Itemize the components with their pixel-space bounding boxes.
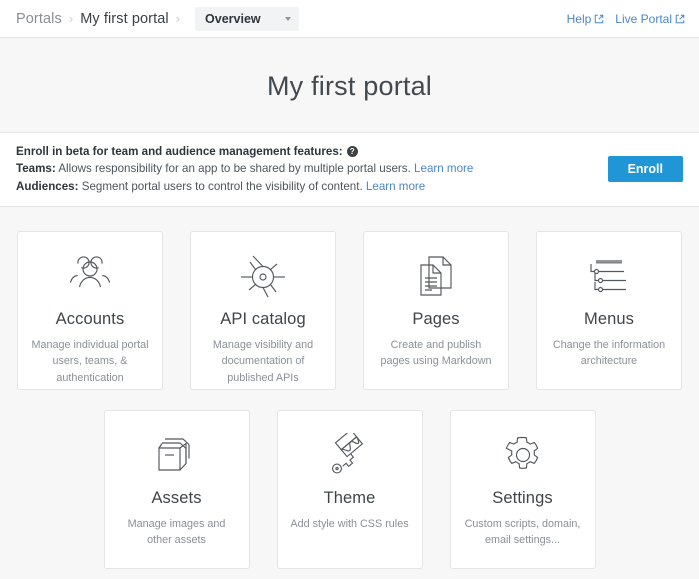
beta-enroll-banner: Enroll in beta for team and audience man… <box>0 132 699 207</box>
learn-more-audiences-link[interactable]: Learn more <box>366 180 425 193</box>
external-link-icon <box>594 14 604 24</box>
live-portal-link-label: Live Portal <box>615 12 672 26</box>
card-api-catalog[interactable]: API catalog Manage visibility and docume… <box>190 231 336 390</box>
documents-icon <box>416 250 456 302</box>
card-theme-desc: Add style with CSS rules <box>278 516 420 532</box>
breadcrumb-my-first-portal[interactable]: My first portal <box>80 11 169 27</box>
page-title-area: My first portal <box>0 38 699 132</box>
card-settings[interactable]: Settings Custom scripts, domain, email s… <box>450 410 596 569</box>
card-menus-desc: Change the information architecture <box>537 337 681 369</box>
banner-heading: Enroll in beta for team and audience man… <box>16 144 590 159</box>
section-selector-label: Overview <box>205 12 261 26</box>
top-bar-links: Help Live Portal <box>567 12 685 26</box>
gear-icon <box>501 429 545 481</box>
help-link-label: Help <box>567 12 592 26</box>
breadcrumb-separator-icon: › <box>69 12 73 25</box>
card-pages-title: Pages <box>412 310 459 329</box>
banner-row-audiences-text: Segment portal users to control the visi… <box>79 180 366 193</box>
banner-text: Enroll in beta for team and audience man… <box>16 144 590 194</box>
question-mark-icon[interactable]: ? <box>347 146 358 157</box>
card-settings-title: Settings <box>492 489 552 508</box>
banner-row-teams-text: Allows responsibility for an app to be s… <box>56 162 414 175</box>
banner-heading-label: Enroll in beta for team and audience man… <box>16 144 343 159</box>
breadcrumb-portals[interactable]: Portals <box>16 11 62 27</box>
aperture-icon <box>240 250 286 302</box>
learn-more-teams-link[interactable]: Learn more <box>414 162 473 175</box>
card-row-2: Assets Manage images and other assets Th… <box>0 410 699 569</box>
card-pages[interactable]: Pages Create and publish pages using Mar… <box>363 231 509 390</box>
banner-row-teams-term: Teams: <box>16 162 56 175</box>
portal-sections-grid: Accounts Manage individual portal users,… <box>0 207 699 569</box>
chevron-down-icon <box>285 17 291 21</box>
card-api-catalog-desc: Manage visibility and documentation of p… <box>191 337 335 386</box>
card-settings-desc: Custom scripts, domain, email settings..… <box>451 516 595 548</box>
card-menus-title: Menus <box>584 310 634 329</box>
breadcrumb: Portals › My first portal › <box>16 11 187 27</box>
card-row-1: Accounts Manage individual portal users,… <box>0 231 699 390</box>
card-pages-desc: Create and publish pages using Markdown <box>364 337 508 369</box>
card-accounts[interactable]: Accounts Manage individual portal users,… <box>17 231 163 390</box>
card-api-catalog-title: API catalog <box>220 310 306 329</box>
page-title: My first portal <box>0 71 699 102</box>
tree-hierarchy-icon <box>586 250 632 302</box>
card-theme[interactable]: Theme Add style with CSS rules <box>277 410 423 569</box>
card-menus[interactable]: Menus Change the information architectur… <box>536 231 682 390</box>
live-portal-link[interactable]: Live Portal <box>615 12 685 26</box>
banner-row-audiences: Audiences: Segment portal users to contr… <box>16 179 590 194</box>
paint-brush-icon <box>327 429 373 481</box>
external-link-icon <box>675 14 685 24</box>
card-assets-title: Assets <box>151 489 201 508</box>
card-assets-desc: Manage images and other assets <box>105 516 249 548</box>
card-accounts-desc: Manage individual portal users, teams, &… <box>18 337 162 386</box>
help-link[interactable]: Help <box>567 12 605 26</box>
file-box-icon <box>153 429 201 481</box>
section-selector-overview[interactable]: Overview <box>195 7 299 31</box>
enroll-button[interactable]: Enroll <box>608 156 683 182</box>
banner-row-teams: Teams: Allows responsibility for an app … <box>16 161 590 176</box>
card-accounts-title: Accounts <box>56 310 125 329</box>
card-assets[interactable]: Assets Manage images and other assets <box>104 410 250 569</box>
banner-row-audiences-term: Audiences: <box>16 180 79 193</box>
breadcrumb-separator-icon-2: › <box>176 12 180 25</box>
users-group-icon <box>66 250 114 302</box>
top-bar: Portals › My first portal › Overview Hel… <box>0 0 699 38</box>
card-theme-title: Theme <box>324 489 376 508</box>
